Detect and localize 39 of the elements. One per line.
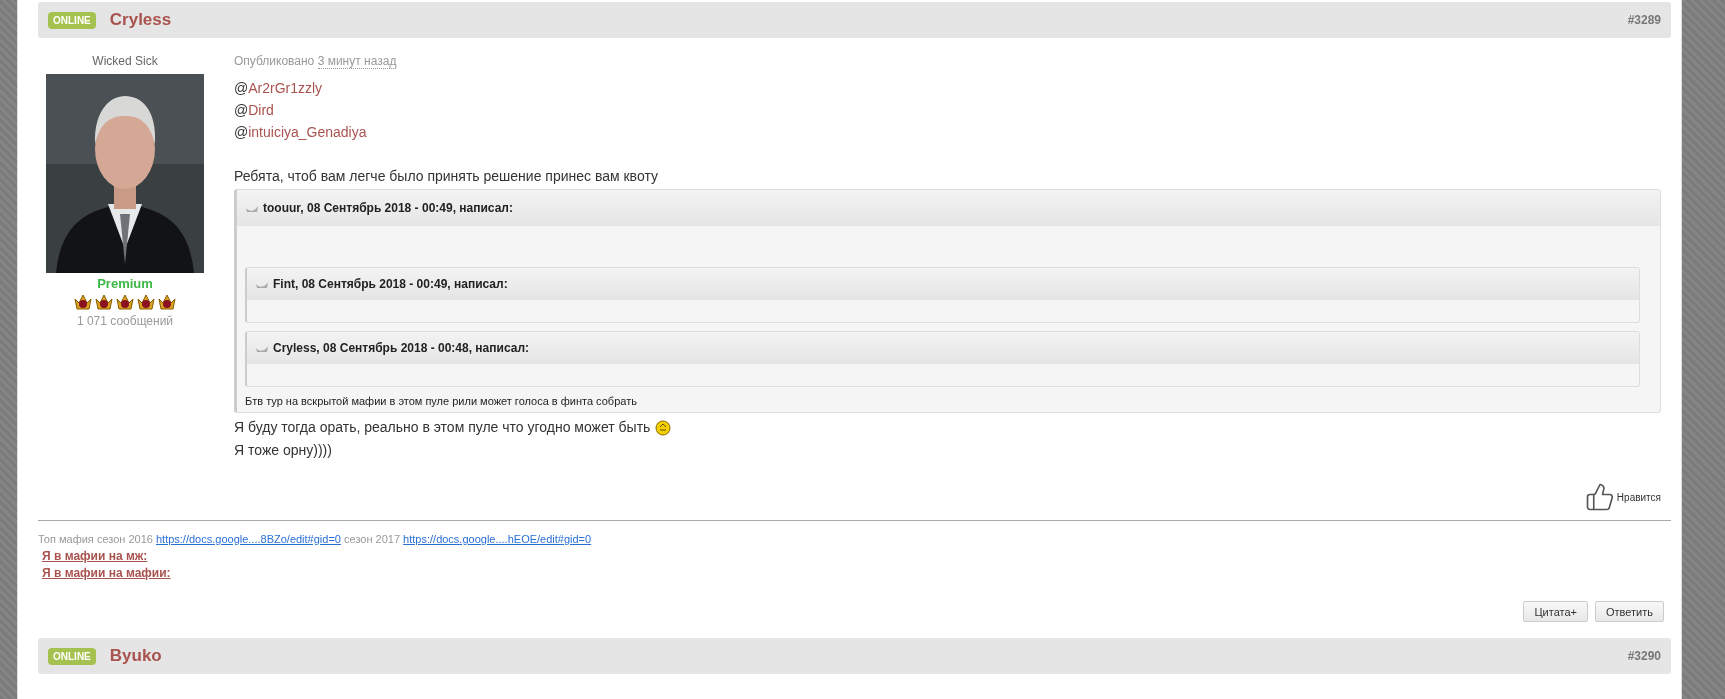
post-action-button[interactable]: Цитата+ (1523, 601, 1588, 622)
crown-icon (115, 292, 135, 312)
mention-line: @intuiciya_Genadiya (234, 123, 368, 142)
signature-link[interactable]: Я в мафии на мж: (42, 548, 148, 565)
mention-link[interactable]: Dird (248, 102, 274, 118)
crown-icon (157, 292, 177, 312)
author-name[interactable]: Byuko (109, 646, 162, 666)
thumbs-up-icon (1584, 482, 1615, 512)
quote-text: Бтв тур на вскрытой мафии в этом пуле рили может голоса в финта собрать (245, 395, 638, 407)
quote-header: Cryless, 08 Сентябрь 2018 - 00:48, написал: (273, 341, 529, 355)
post-number[interactable]: #3290 (1627, 649, 1661, 663)
user-rank: Wicked Sick (92, 54, 158, 69)
post-action-button[interactable]: Ответить (1594, 601, 1664, 622)
author-name[interactable]: Cryless (109, 10, 172, 30)
status-badge: ONLINE (48, 647, 96, 665)
status-badge: ONLINE (48, 11, 96, 29)
post-text: Я тоже орну)))) (234, 441, 332, 460)
crown-icon (73, 292, 93, 312)
mention-line: @Dird (234, 101, 275, 120)
post-count: 1 071 сообщений (76, 314, 174, 328)
quote-header: Fint, 08 Сентябрь 2018 - 00:49, написал: (273, 277, 508, 291)
quote-header: toouur, 08 Сентябрь 2018 - 00:49, написал: (263, 201, 513, 215)
like-button[interactable]: Нравится (1584, 482, 1661, 512)
crown-icon (136, 292, 156, 312)
published-line: Опубликовано 3 минут назад (234, 54, 398, 69)
mention-link[interactable]: intuiciya_Genadiya (248, 124, 367, 140)
signature-link[interactable]: https://docs.google....hEOE/edit#gid=0 (403, 533, 592, 545)
signature-link[interactable]: https://docs.google....8BZo/edit#gid=0 (155, 533, 341, 545)
post-text: Я буду тогда орать, реально в этом пуле что угодно может быть (234, 418, 651, 437)
signature-link[interactable]: Я в мафии на мафии: (42, 565, 171, 582)
crown-icon (94, 292, 114, 312)
mention-link[interactable]: Ar2rGr1zzly (248, 80, 323, 96)
emoticon-icon (655, 419, 672, 436)
user-group: Premium (97, 276, 153, 291)
mention-line: @Ar2rGr1zzly (234, 79, 324, 98)
post-number[interactable]: #3289 (1627, 13, 1661, 27)
signature-text: Топ мафия сезон 2016 https://docs.google....8BZo/edit#gid=0 сезон 2017 https://docs.google....hEOE/edit#gid=0 (38, 532, 593, 547)
post-text: Ребята, чтоб вам легче было принять решение принес вам квоту (234, 167, 659, 186)
published-time: 3 минут назад (317, 54, 397, 69)
